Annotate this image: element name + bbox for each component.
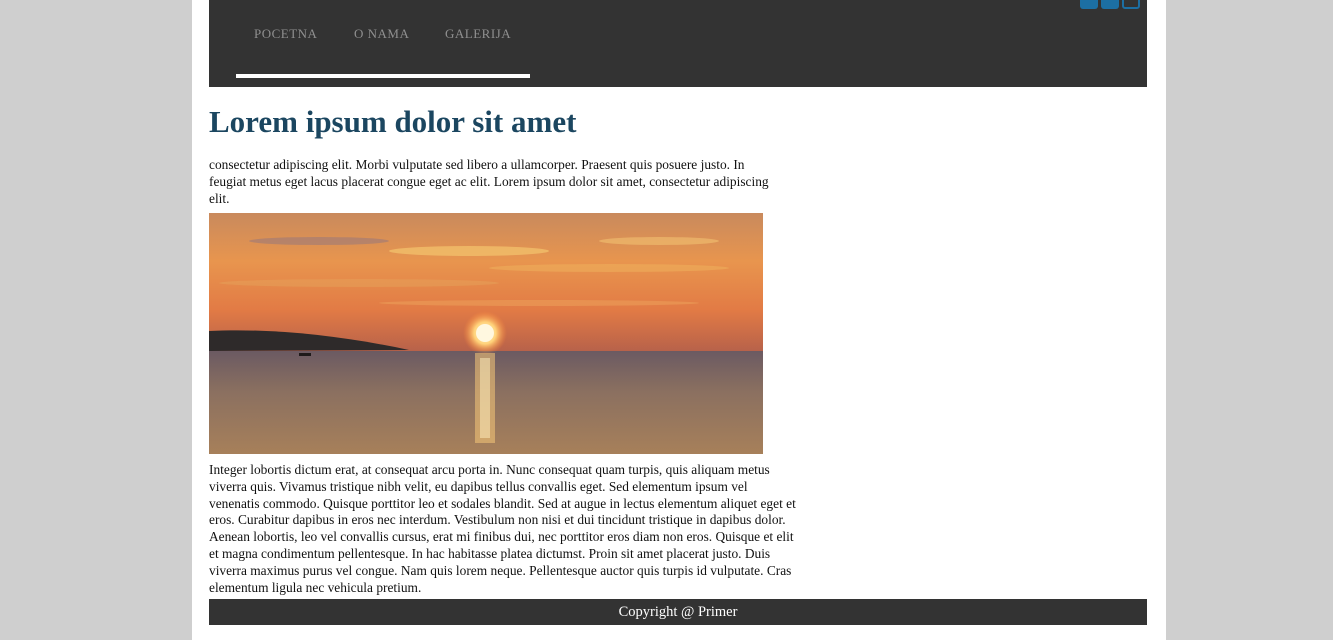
top-navbar: POCETNA O NAMA GALERIJA [209,0,1147,87]
intro-paragraph: consectetur adipiscing elit. Morbi vulpu… [209,157,769,206]
nav-item-o-nama[interactable]: O NAMA [354,26,409,42]
twitter-icon[interactable] [1101,0,1119,9]
copyright-text: Copyright @ Primer [618,604,738,620]
main-content: Lorem ipsum dolor sit amet consectetur a… [209,102,799,595]
footer-bar: Copyright @ Primer [209,599,1147,625]
page-container: POCETNA O NAMA GALERIJA Lorem ipsum dolo… [192,0,1166,640]
nav-item-pocetna[interactable]: POCETNA [254,26,317,42]
page-title: Lorem ipsum dolor sit amet [209,104,577,139]
facebook-icon[interactable] [1080,0,1098,9]
body-paragraph: Integer lobortis dictum erat, at consequ… [209,462,796,595]
nav-item-galerija[interactable]: GALERIJA [445,26,511,42]
email-icon[interactable] [1122,0,1140,9]
sunset-photo [209,213,763,454]
nav-active-underline [236,74,530,78]
